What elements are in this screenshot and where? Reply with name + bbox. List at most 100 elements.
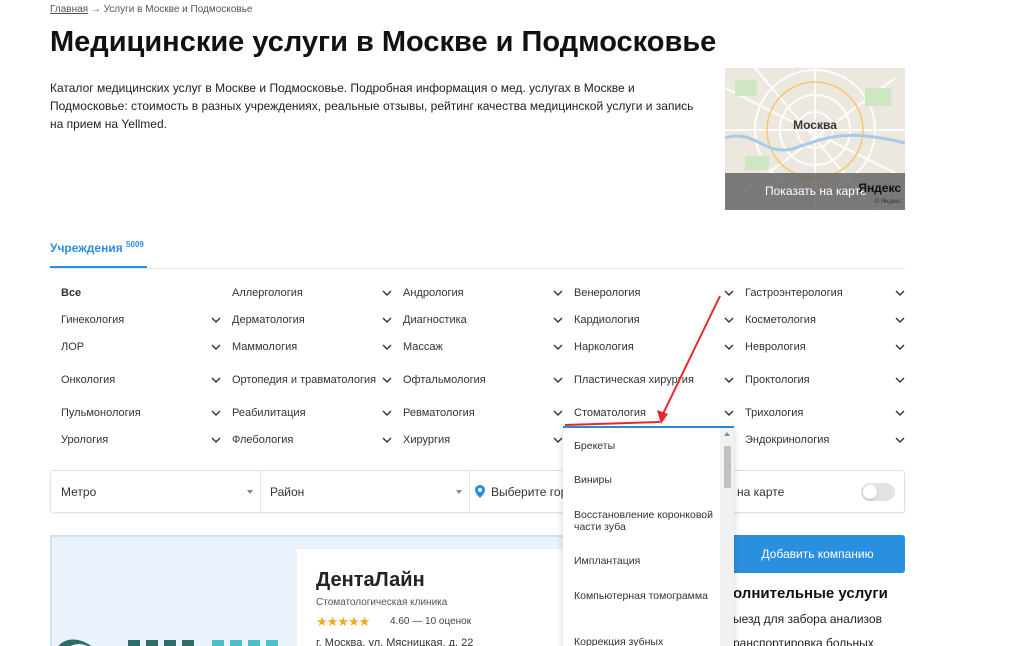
category-0-0[interactable]: Все xyxy=(61,280,221,306)
chevron-down-icon xyxy=(247,490,253,494)
category-1-2[interactable]: Диагностика xyxy=(403,307,563,333)
chevron-down-icon[interactable] xyxy=(724,342,734,352)
intro-text: Каталог медицинских услуг в Москве и Под… xyxy=(50,81,694,131)
category-2-3[interactable]: Наркология xyxy=(574,334,734,360)
chevron-down-icon[interactable] xyxy=(553,342,563,352)
map-footer[interactable]: Показать на карте Яндекс © Яндекс xyxy=(725,173,905,210)
category-4-1[interactable]: Реабилитация xyxy=(232,400,392,426)
category-4-4[interactable]: Трихология xyxy=(745,400,905,426)
add-company-button[interactable]: Добавить компанию xyxy=(730,535,905,573)
category-5-2[interactable]: Хирургия xyxy=(403,427,563,453)
category-0-1[interactable]: Аллергология xyxy=(232,280,392,306)
category-2-1[interactable]: Маммология xyxy=(232,334,392,360)
category-5-4[interactable]: Эндокринология xyxy=(745,427,905,453)
dropdown-item[interactable]: Виниры xyxy=(574,474,714,486)
chevron-down-icon[interactable] xyxy=(382,408,392,418)
dropdown-item[interactable]: Восстановление коронковой части зуба xyxy=(574,509,714,533)
dental-services-dropdown: Брекеты Виниры Восстановление коронковой… xyxy=(563,428,734,646)
chevron-down-icon[interactable] xyxy=(895,342,905,352)
chevron-down-icon[interactable] xyxy=(211,375,221,385)
category-label: Аллергология xyxy=(232,287,303,299)
map-toggle-label: на карте xyxy=(737,471,817,512)
category-0-2[interactable]: Андрология xyxy=(403,280,563,306)
dropdown-item[interactable]: Имплантация xyxy=(574,555,714,567)
category-3-4[interactable]: Проктология xyxy=(745,367,905,393)
category-4-2[interactable]: Ревматология xyxy=(403,400,563,426)
category-label: Дерматология xyxy=(232,314,305,326)
category-3-3[interactable]: Пластическая хирургия xyxy=(574,367,734,393)
category-0-3[interactable]: Венерология xyxy=(574,280,734,306)
category-label: Проктология xyxy=(745,374,810,386)
breadcrumb-home-link[interactable]: Главная xyxy=(50,4,88,15)
chevron-down-icon[interactable] xyxy=(895,288,905,298)
category-4-0[interactable]: Пульмонология xyxy=(61,400,221,426)
category-1-1[interactable]: Дерматология xyxy=(232,307,392,333)
show-on-map-link[interactable]: Показать на карте xyxy=(765,184,867,198)
breadcrumb-separator: → xyxy=(90,4,101,15)
scrollbar-thumb[interactable] xyxy=(724,446,731,488)
chevron-down-icon[interactable] xyxy=(724,408,734,418)
company-name[interactable]: ДентаЛайн xyxy=(316,569,425,592)
chevron-down-icon xyxy=(456,490,462,494)
service-link[interactable]: ранспортировка больных xyxy=(733,636,874,646)
chevron-down-icon[interactable] xyxy=(553,408,563,418)
chevron-down-icon[interactable] xyxy=(382,375,392,385)
tab-institutions[interactable]: Учреждения 5009 xyxy=(50,240,144,255)
chevron-down-icon[interactable] xyxy=(724,375,734,385)
category-0-4[interactable]: Гастроэнтерология xyxy=(745,280,905,306)
category-label: Ортопедия и травматология xyxy=(232,374,377,386)
category-5-1[interactable]: Флебология xyxy=(232,427,392,453)
chevron-down-icon[interactable] xyxy=(211,342,221,352)
filter-bar: Метро Район Выберите город на карте xyxy=(50,470,905,513)
category-4-3[interactable]: Стоматология xyxy=(574,400,734,426)
metro-select-label: Метро xyxy=(61,484,97,499)
category-label: ЛОР xyxy=(61,341,85,353)
chevron-down-icon[interactable] xyxy=(895,315,905,325)
category-2-2[interactable]: Массаж xyxy=(403,334,563,360)
dropdown-item[interactable]: Компьютерная томограмма xyxy=(574,590,714,602)
map-preview[interactable]: Москва Показать на карте Яндекс © Яндекс xyxy=(725,68,905,210)
chevron-down-icon[interactable] xyxy=(553,435,563,445)
chevron-down-icon[interactable] xyxy=(211,315,221,325)
district-select-label: Район xyxy=(270,484,305,499)
chevron-down-icon[interactable] xyxy=(724,288,734,298)
chevron-down-icon[interactable] xyxy=(382,435,392,445)
category-3-1[interactable]: Ортопедия и травматология xyxy=(232,367,392,393)
category-1-3[interactable]: Кардиология xyxy=(574,307,734,333)
tabs-divider xyxy=(50,268,905,269)
chevron-down-icon[interactable] xyxy=(553,315,563,325)
category-label: Диагностика xyxy=(403,314,467,326)
chevron-down-icon[interactable] xyxy=(895,375,905,385)
chevron-down-icon[interactable] xyxy=(211,435,221,445)
chevron-down-icon[interactable] xyxy=(895,408,905,418)
service-link[interactable]: ыезд для забора анализов xyxy=(733,612,882,626)
company-type: Стоматологическая клиника xyxy=(316,597,448,608)
chevron-down-icon[interactable] xyxy=(724,315,734,325)
chevron-down-icon[interactable] xyxy=(553,375,563,385)
chevron-down-icon[interactable] xyxy=(382,315,392,325)
category-3-2[interactable]: Офтальмология xyxy=(403,367,563,393)
chevron-down-icon[interactable] xyxy=(553,288,563,298)
category-label: Онкология xyxy=(61,374,116,386)
category-5-0[interactable]: Урология xyxy=(61,427,221,453)
chevron-down-icon[interactable] xyxy=(211,408,221,418)
category-1-0[interactable]: Гинекология xyxy=(61,307,221,333)
chevron-down-icon[interactable] xyxy=(895,435,905,445)
rating-summary: 4.60 — 10 оценок xyxy=(390,616,472,627)
dropdown-item[interactable]: Брекеты xyxy=(574,440,714,452)
chevron-down-icon[interactable] xyxy=(382,342,392,352)
divider xyxy=(469,471,470,512)
chevron-down-icon[interactable] xyxy=(382,288,392,298)
category-2-4[interactable]: Неврология xyxy=(745,334,905,360)
category-1-4[interactable]: Косметология xyxy=(745,307,905,333)
district-select[interactable]: Район xyxy=(270,471,465,512)
dropdown-scrollbar[interactable] xyxy=(720,428,734,646)
category-3-0[interactable]: Онкология xyxy=(61,367,221,393)
category-2-0[interactable]: ЛОР xyxy=(61,334,221,360)
map-toggle[interactable] xyxy=(861,483,895,501)
yandex-logo: Яндекс xyxy=(858,181,901,195)
dropdown-item[interactable]: Коррекция зубных xyxy=(574,636,714,646)
scroll-up-icon[interactable] xyxy=(724,432,730,436)
metro-select[interactable]: Метро xyxy=(61,471,256,512)
category-label: Косметология xyxy=(745,314,816,326)
